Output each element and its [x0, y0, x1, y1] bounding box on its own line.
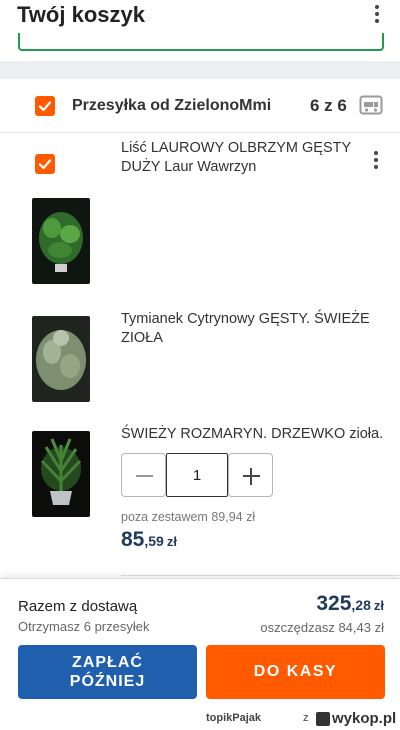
product-image-laurel[interactable]: [32, 198, 90, 284]
cart-summary-footer: Razem z dostawą Otrzymasz 6 przesyłek 32…: [0, 578, 400, 708]
total-price: 325,28 zł: [316, 592, 384, 615]
truck-icon[interactable]: [359, 94, 383, 116]
wykop-logo-icon: [316, 712, 330, 726]
increase-quantity-button[interactable]: [228, 453, 273, 497]
more-vert-icon[interactable]: [366, 148, 386, 172]
more-vert-icon[interactable]: [367, 2, 387, 26]
item-title[interactable]: Liść LAUROWY OLBRZYM GĘSTY DUŻY Laur Waw…: [121, 139, 391, 177]
decrease-quantity-button[interactable]: [121, 453, 166, 497]
minus-icon: [136, 475, 153, 477]
quantity-stepper: 1: [121, 453, 273, 497]
promo-box: [18, 33, 384, 51]
app-header: Twój koszyk: [0, 0, 400, 32]
item-price: 85,59 zł: [121, 528, 177, 551]
product-image-thyme[interactable]: [32, 316, 90, 402]
item-title[interactable]: ŚWIEŻY ROZMARYN. DRZEWKO zioła.: [121, 425, 391, 444]
check-icon: [38, 101, 52, 112]
page-title: Twój koszyk: [17, 2, 145, 27]
shipment-checkbox[interactable]: [35, 96, 55, 116]
outside-set-price: poza zestawem 89,94 zł: [121, 510, 256, 524]
check-icon: [38, 159, 52, 170]
checkout-button[interactable]: DO KASY: [206, 645, 385, 699]
watermark: topikPajak z wykop.pl: [0, 708, 400, 730]
watermark-user: topikPajak: [206, 712, 262, 724]
total-label: Razem z dostawą: [18, 598, 138, 615]
shipment-row: Przesyłka od ZzielonoMmi 6 z 6: [0, 79, 400, 133]
savings-label: oszczędzasz 84,43 zł: [260, 620, 384, 635]
item-checkbox[interactable]: [35, 154, 55, 174]
shipment-count: 6 z 6: [310, 96, 347, 115]
shipments-count-label: Otrzymasz 6 przesyłek: [18, 619, 150, 634]
shipment-seller-label: Przesyłka od ZzielonoMmi: [72, 97, 272, 114]
product-image-rosemary[interactable]: [32, 431, 90, 517]
wykop-logo: wykop.pl: [314, 709, 400, 729]
section-separator: [0, 61, 400, 79]
quantity-input[interactable]: 1: [166, 453, 228, 497]
item-title[interactable]: Tymianek Cytrynowy GĘSTY. ŚWIEŻE ZIOŁA: [121, 310, 391, 348]
pay-later-button[interactable]: ZAPŁAĆ PÓŹNIEJ: [18, 645, 197, 699]
divider: [121, 575, 400, 576]
